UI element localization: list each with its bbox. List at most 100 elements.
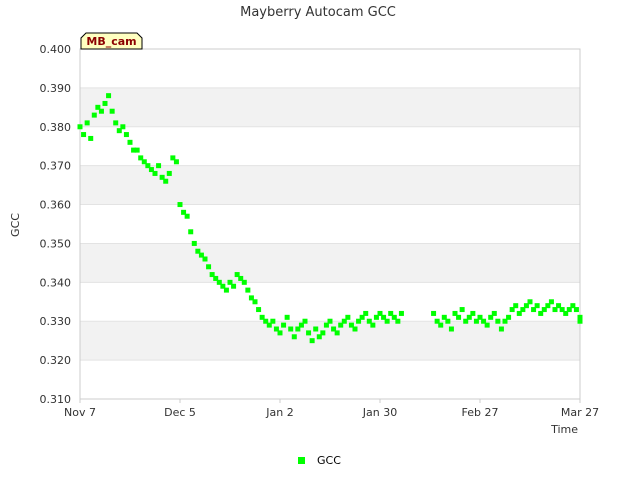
- data-point: [81, 132, 87, 138]
- data-point: [345, 314, 351, 320]
- data-point: [548, 299, 554, 305]
- data-point: [506, 314, 512, 320]
- x-tick-label: Jan 2: [265, 406, 293, 419]
- data-point: [313, 326, 319, 332]
- data-point: [256, 307, 262, 313]
- data-point: [431, 310, 437, 316]
- x-axis-ticks: Nov 7 Dec 5 Jan 2 Jan 30 Feb 27 Mar 27: [64, 399, 599, 419]
- data-point: [241, 279, 247, 285]
- x-axis-label: Time: [550, 423, 578, 436]
- y-tick-label: 0.370: [40, 160, 72, 173]
- data-point: [577, 318, 583, 324]
- data-point: [384, 318, 390, 324]
- data-point: [306, 330, 312, 336]
- data-point: [88, 135, 94, 141]
- data-point: [184, 213, 190, 219]
- data-point: [277, 330, 283, 336]
- data-point: [106, 93, 112, 99]
- data-point: [395, 318, 401, 324]
- data-point: [188, 229, 194, 235]
- data-point: [281, 322, 287, 328]
- data-point: [123, 132, 129, 138]
- data-point: [288, 326, 294, 332]
- data-point: [102, 100, 108, 106]
- data-point: [484, 322, 490, 328]
- data-point: [527, 299, 533, 305]
- site-badge: MB_cam: [80, 32, 143, 50]
- site-badge-label: MB_cam: [86, 35, 136, 48]
- chart-stage: 0.310 0.320 0.330 0.340 0.350 0.360 0.370 0.380…: [0, 0, 640, 480]
- y-tick-label: 0.330: [40, 315, 72, 328]
- y-tick-label: 0.340: [40, 276, 72, 289]
- y-tick-label: 0.350: [40, 237, 72, 250]
- data-point: [291, 334, 297, 340]
- data-point: [113, 120, 119, 126]
- data-point: [534, 303, 540, 309]
- data-point: [438, 322, 444, 328]
- legend-label-gcc: GCC: [317, 454, 341, 467]
- data-point: [327, 318, 333, 324]
- x-tick-label: Feb 27: [462, 406, 499, 419]
- data-point: [270, 318, 276, 324]
- y-tick-label: 0.390: [40, 82, 72, 95]
- data-point: [173, 159, 179, 165]
- data-point: [91, 112, 97, 118]
- grid-band: [80, 243, 580, 283]
- data-point: [231, 283, 237, 289]
- x-tick-label: Mar 27: [561, 406, 599, 419]
- y-tick-label: 0.380: [40, 121, 72, 134]
- data-point: [309, 338, 315, 344]
- data-point: [470, 310, 476, 316]
- data-point: [163, 178, 169, 184]
- data-point: [152, 170, 158, 176]
- y-tick-label: 0.360: [40, 199, 72, 212]
- data-point: [513, 303, 519, 309]
- data-point: [206, 264, 212, 270]
- data-point: [495, 318, 501, 324]
- data-point: [77, 124, 83, 130]
- data-point: [109, 108, 115, 114]
- data-point: [156, 163, 162, 169]
- data-point: [120, 124, 126, 130]
- data-point: [127, 139, 133, 145]
- grid-band: [80, 321, 580, 361]
- y-tick-label: 0.400: [40, 43, 72, 56]
- data-point: [398, 310, 404, 316]
- data-point: [498, 326, 504, 332]
- data-point: [177, 202, 183, 208]
- data-point: [284, 314, 290, 320]
- x-tick-label: Nov 7: [64, 406, 96, 419]
- x-tick-label: Dec 5: [164, 406, 196, 419]
- data-point: [134, 147, 140, 153]
- data-point: [202, 256, 208, 262]
- data-point: [84, 120, 90, 126]
- data-point: [320, 330, 326, 336]
- data-point: [352, 326, 358, 332]
- data-point: [573, 307, 579, 313]
- data-point: [459, 307, 465, 313]
- data-point: [302, 318, 308, 324]
- data-point: [370, 322, 376, 328]
- data-point: [245, 287, 251, 293]
- data-point: [448, 326, 454, 332]
- data-point: [252, 299, 258, 305]
- data-point: [491, 310, 497, 316]
- legend-swatch-gcc: [298, 457, 305, 464]
- data-point: [456, 314, 462, 320]
- y-axis-label: GCC: [9, 213, 22, 237]
- data-point: [363, 310, 369, 316]
- y-tick-label: 0.320: [40, 354, 72, 367]
- series-points: [77, 93, 583, 344]
- data-point: [191, 240, 197, 246]
- data-point: [166, 170, 172, 176]
- x-tick-label: Jan 30: [362, 406, 397, 419]
- legend: GCC: [298, 454, 341, 467]
- data-point: [98, 108, 104, 114]
- data-point: [334, 330, 340, 336]
- y-axis-ticks: 0.310 0.320 0.330 0.340 0.350 0.360 0.370 0.380…: [40, 43, 72, 406]
- data-point: [445, 318, 451, 324]
- chart-title: Mayberry Autocam GCC: [240, 5, 396, 20]
- data-point: [223, 287, 229, 293]
- grid-band: [80, 87, 580, 127]
- gcc-scatter-chart: 0.310 0.320 0.330 0.340 0.350 0.360 0.370 0.380…: [9, 5, 599, 467]
